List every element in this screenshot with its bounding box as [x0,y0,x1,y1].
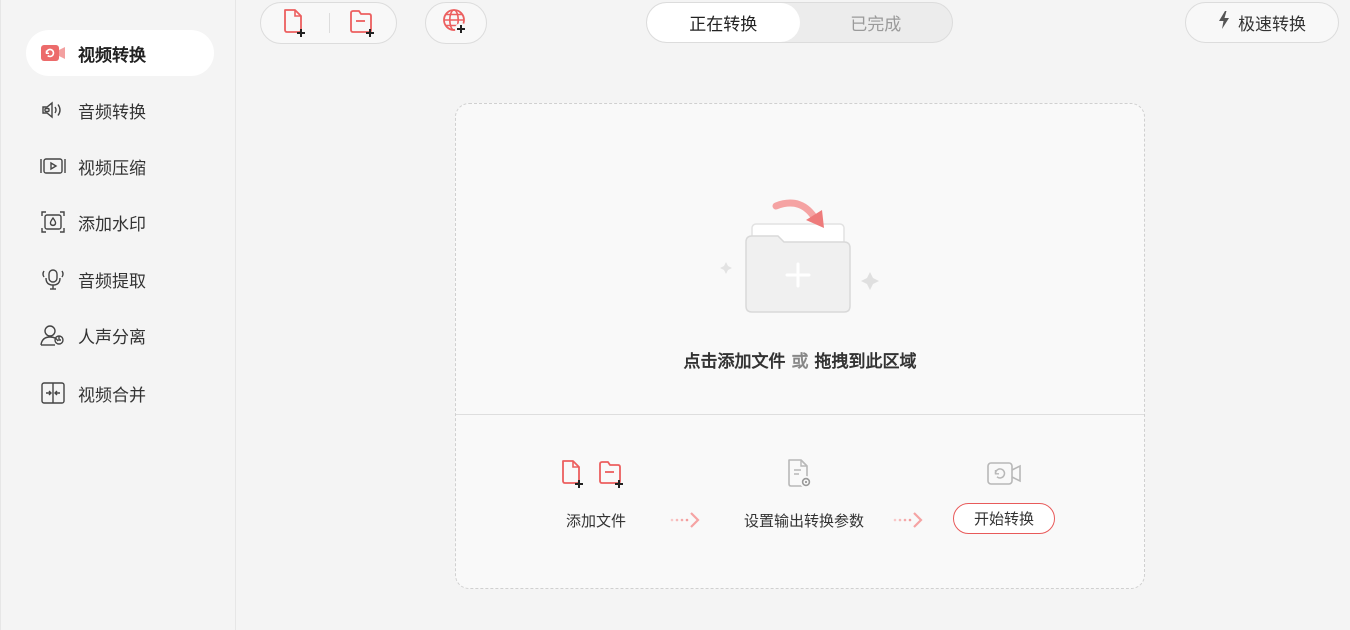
sidebar-item-label: 添加水印 [78,214,146,235]
video-compress-icon [40,153,66,179]
start-convert-button[interactable]: 开始转换 [953,503,1055,534]
sidebar-item-video-convert[interactable]: 视频转换 [26,30,214,76]
step-arrow-icon [670,510,702,534]
status-tabs: 正在转换 已完成 [646,2,953,43]
sidebar: 视频转换 音频转换 视频压缩 添加水印 音频提取 人声分离 视频合并 [0,0,236,630]
video-convert-icon [40,40,66,66]
step1-label: 添加文件 [565,512,626,530]
add-file-icon [560,459,588,493]
add-url-button[interactable] [425,2,487,44]
settings-document-icon [786,458,816,494]
tab-completed[interactable]: 已完成 [800,3,953,42]
sidebar-item-label: 音频提取 [78,271,146,292]
drop-prompt-or: 或 [791,352,809,372]
sidebar-item-watermark[interactable]: 添加水印 [26,199,214,245]
step3-icons [987,461,1023,491]
add-folder-icon [598,459,628,493]
audio-extract-icon [40,266,66,292]
vocal-separate-icon [40,322,66,348]
sidebar-item-audio-convert[interactable]: 音频转换 [26,87,214,133]
sidebar-item-label: 视频转换 [78,45,146,66]
drop-zone-click-area[interactable]: 点击添加文件或拖拽到此区域 [456,104,1144,414]
add-folder-icon[interactable] [330,3,396,43]
sidebar-item-vocal-separate[interactable]: 人声分离 [26,312,214,358]
start-convert-video-icon [987,461,1023,491]
step2-icons [786,458,816,494]
drop-prompt-drag: 拖拽到此区域 [814,352,917,372]
add-file-icon[interactable] [261,3,329,43]
video-merge-icon [40,380,66,406]
sidebar-item-video-merge[interactable]: 视频合并 [26,370,214,416]
watermark-icon [40,209,66,235]
lightning-icon [1218,11,1230,34]
sidebar-item-audio-extract[interactable]: 音频提取 [26,256,214,302]
drop-zone-prompt: 点击添加文件或拖拽到此区域 [456,347,1144,372]
add-folder-illustration-icon [718,194,888,328]
audio-convert-icon [40,97,66,123]
sidebar-item-label: 人声分离 [78,327,146,348]
drop-prompt-click: 点击添加文件 [683,352,786,372]
add-url-globe-icon [441,8,471,38]
sidebar-item-video-compress[interactable]: 视频压缩 [26,143,214,189]
sidebar-item-label: 视频压缩 [78,158,146,179]
drop-zone-divider [456,414,1144,415]
tab-converting[interactable]: 正在转换 [647,3,800,42]
speed-convert-button[interactable]: 极速转换 [1185,2,1339,43]
sidebar-item-label: 音频转换 [78,102,146,123]
step1-icons [560,459,628,493]
step2-label: 设置输出转换参数 [743,512,864,530]
add-files-group [260,2,397,44]
sidebar-item-label: 视频合并 [78,385,146,406]
step-arrow-icon [893,510,925,534]
speed-convert-label: 极速转换 [1238,15,1306,35]
drop-zone: 点击添加文件或拖拽到此区域 添加文件 设置输出转换参数 开始转换 [455,103,1145,589]
